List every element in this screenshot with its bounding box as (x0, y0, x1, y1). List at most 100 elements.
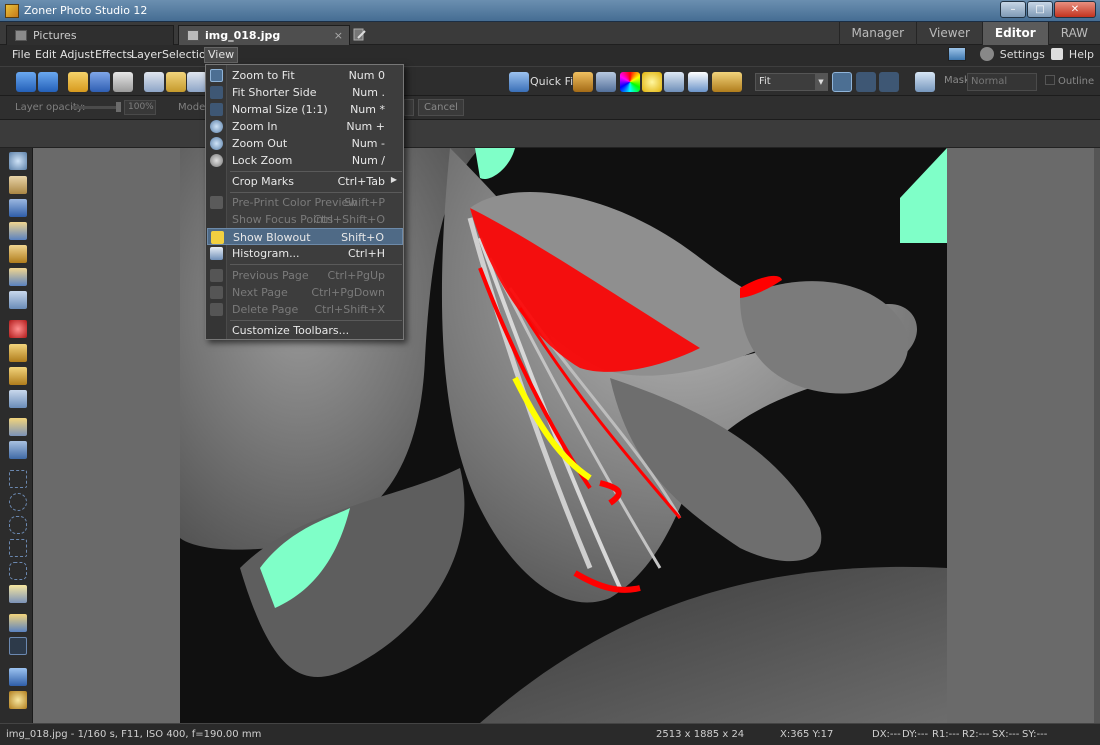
dy-value: DY:--- (902, 729, 929, 740)
menu-item-zoom-out[interactable]: Zoom Out Num - (207, 135, 403, 152)
hand-tool-icon[interactable] (9, 176, 27, 194)
back-arrow-icon[interactable] (16, 72, 36, 92)
layer-opacity-slider[interactable] (72, 102, 121, 112)
light-bulb-icon[interactable] (642, 72, 662, 92)
selection-wand-icon[interactable] (9, 585, 27, 603)
tab-pictures[interactable]: Pictures (6, 25, 174, 45)
delete-page-icon (210, 303, 223, 316)
levels-icon[interactable] (573, 72, 593, 92)
transform-icon[interactable] (9, 291, 27, 309)
menu-item-fit-shorter-side[interactable]: Fit Shorter Side Num . (207, 84, 403, 101)
cancel-button[interactable]: Cancel (418, 99, 464, 116)
fill-tool-icon[interactable] (9, 441, 27, 459)
shape-tool-icon[interactable] (9, 637, 27, 655)
zoom-to-fit-icon[interactable] (832, 72, 852, 92)
vignette-icon[interactable] (9, 691, 27, 709)
menu-item-customize-toolbars[interactable]: Customize Toolbars... (207, 322, 403, 339)
menu-item-normal-size[interactable]: Normal Size (1:1) Num * (207, 101, 403, 118)
settings-link[interactable]: Settings (1000, 48, 1045, 61)
brush-icon[interactable] (915, 72, 935, 92)
close-tab-icon[interactable]: × (334, 26, 343, 46)
color-shift-icon[interactable] (620, 72, 640, 92)
clone-stamp-icon[interactable] (9, 344, 27, 362)
sharpen-icon[interactable] (664, 72, 684, 92)
frame-icon[interactable] (9, 268, 27, 286)
vertical-scrollbar[interactable] (1094, 148, 1100, 723)
main-toolbar: Quick Fix Fit ▼ Mask: Normal Outline (0, 66, 1100, 96)
red-eye-icon[interactable] (9, 320, 27, 338)
mode-editor[interactable]: Editor (981, 22, 1048, 45)
menu-item-show-blowout[interactable]: Show Blowout Shift+O (207, 228, 403, 245)
settings-gear-icon[interactable] (979, 47, 994, 61)
paste-new-icon[interactable] (187, 72, 207, 92)
tab-document[interactable]: img_018.jpg × (178, 25, 350, 45)
polygon-selection-icon[interactable] (9, 539, 27, 557)
perspective-icon[interactable] (9, 245, 27, 263)
forward-arrow-icon[interactable] (38, 72, 58, 92)
rectangle-selection-icon[interactable] (9, 470, 27, 488)
mode-raw[interactable]: RAW (1047, 22, 1100, 45)
mode-manager[interactable]: Manager (838, 22, 917, 45)
effects-dropdown-icon[interactable] (712, 72, 742, 92)
menu-item-previous-page: Previous Page Ctrl+PgUp (207, 267, 403, 284)
menu-effects[interactable]: Effects (95, 48, 132, 61)
menu-item-zoom-in[interactable]: Zoom In Num + (207, 118, 403, 135)
minimize-button[interactable]: – (1000, 1, 1026, 18)
ellipse-selection-icon[interactable] (9, 493, 27, 511)
new-tab-icon[interactable] (353, 28, 366, 41)
quick-fix-icon[interactable] (509, 72, 529, 92)
magnetic-lasso-icon[interactable] (9, 562, 27, 580)
healing-brush-icon[interactable] (9, 367, 27, 385)
crop-tool-icon[interactable] (9, 199, 27, 217)
help-icon[interactable] (1050, 48, 1063, 60)
zoom-select-value: Fit (759, 76, 771, 87)
menu-item-histogram[interactable]: Histogram... Ctrl+H (207, 245, 403, 262)
text-tool-icon[interactable] (9, 614, 27, 632)
editor-canvas[interactable] (33, 148, 1100, 723)
menu-item-label: Zoom In (232, 120, 278, 133)
fit-shorter-side-icon[interactable] (856, 72, 876, 92)
menu-item-zoom-to-fit[interactable]: Zoom to Fit Num 0 (207, 67, 403, 84)
window-title: Zoner Photo Studio 12 (24, 4, 148, 17)
menu-edit[interactable]: Edit (35, 48, 56, 61)
menu-item-lock-zoom[interactable]: Lock Zoom Num / (207, 152, 403, 169)
outline-checkbox[interactable]: Outline (1045, 75, 1094, 87)
menu-item-crop-marks[interactable]: Crop Marks Ctrl+Tab ▶ (207, 173, 403, 190)
magic-wand-icon[interactable] (9, 390, 27, 408)
menu-item-label: Crop Marks (232, 175, 295, 188)
menu-view[interactable]: View (204, 47, 239, 63)
close-button[interactable]: ✕ (1054, 1, 1096, 18)
vertical-flip-icon[interactable] (9, 668, 27, 686)
menu-adjust[interactable]: Adjust (60, 48, 94, 61)
menu-item-shortcut: Shift+O (341, 231, 384, 244)
maximize-button[interactable]: □ (1027, 1, 1053, 18)
menu-item-shortcut: Num 0 (348, 69, 385, 82)
zoom-tool-icon[interactable] (9, 152, 27, 170)
mode-viewer[interactable]: Viewer (916, 22, 982, 45)
curves-icon[interactable] (596, 72, 616, 92)
previous-page-icon (210, 269, 223, 282)
layer-opacity-input[interactable]: 100% (124, 100, 156, 115)
paste-icon[interactable] (166, 72, 186, 92)
zoom-select[interactable]: Fit ▼ (755, 73, 828, 91)
normal-size-icon[interactable] (879, 72, 899, 92)
help-link[interactable]: Help (1069, 48, 1094, 61)
menu-layer[interactable]: Layer (131, 48, 162, 61)
menu-item-shortcut: Num * (350, 103, 385, 116)
copy-icon[interactable] (144, 72, 164, 92)
resize-icon[interactable] (688, 72, 708, 92)
menu-item-delete-page: Delete Page Ctrl+Shift+X (207, 301, 403, 318)
menu-file[interactable]: File (12, 48, 30, 61)
lasso-selection-icon[interactable] (9, 516, 27, 534)
tab-document-label: img_018.jpg (205, 29, 281, 42)
tab-pictures-label: Pictures (33, 29, 77, 42)
slider-thumb[interactable] (116, 102, 121, 112)
brush-tool-icon[interactable] (9, 418, 27, 436)
open-folder-icon[interactable] (68, 72, 88, 92)
apply-button[interactable] (404, 99, 414, 116)
print-icon[interactable] (113, 72, 133, 92)
level-horizon-icon[interactable] (9, 222, 27, 240)
save-icon[interactable] (90, 72, 110, 92)
mask-select[interactable]: Normal (967, 73, 1037, 91)
display-icon[interactable] (947, 47, 966, 61)
